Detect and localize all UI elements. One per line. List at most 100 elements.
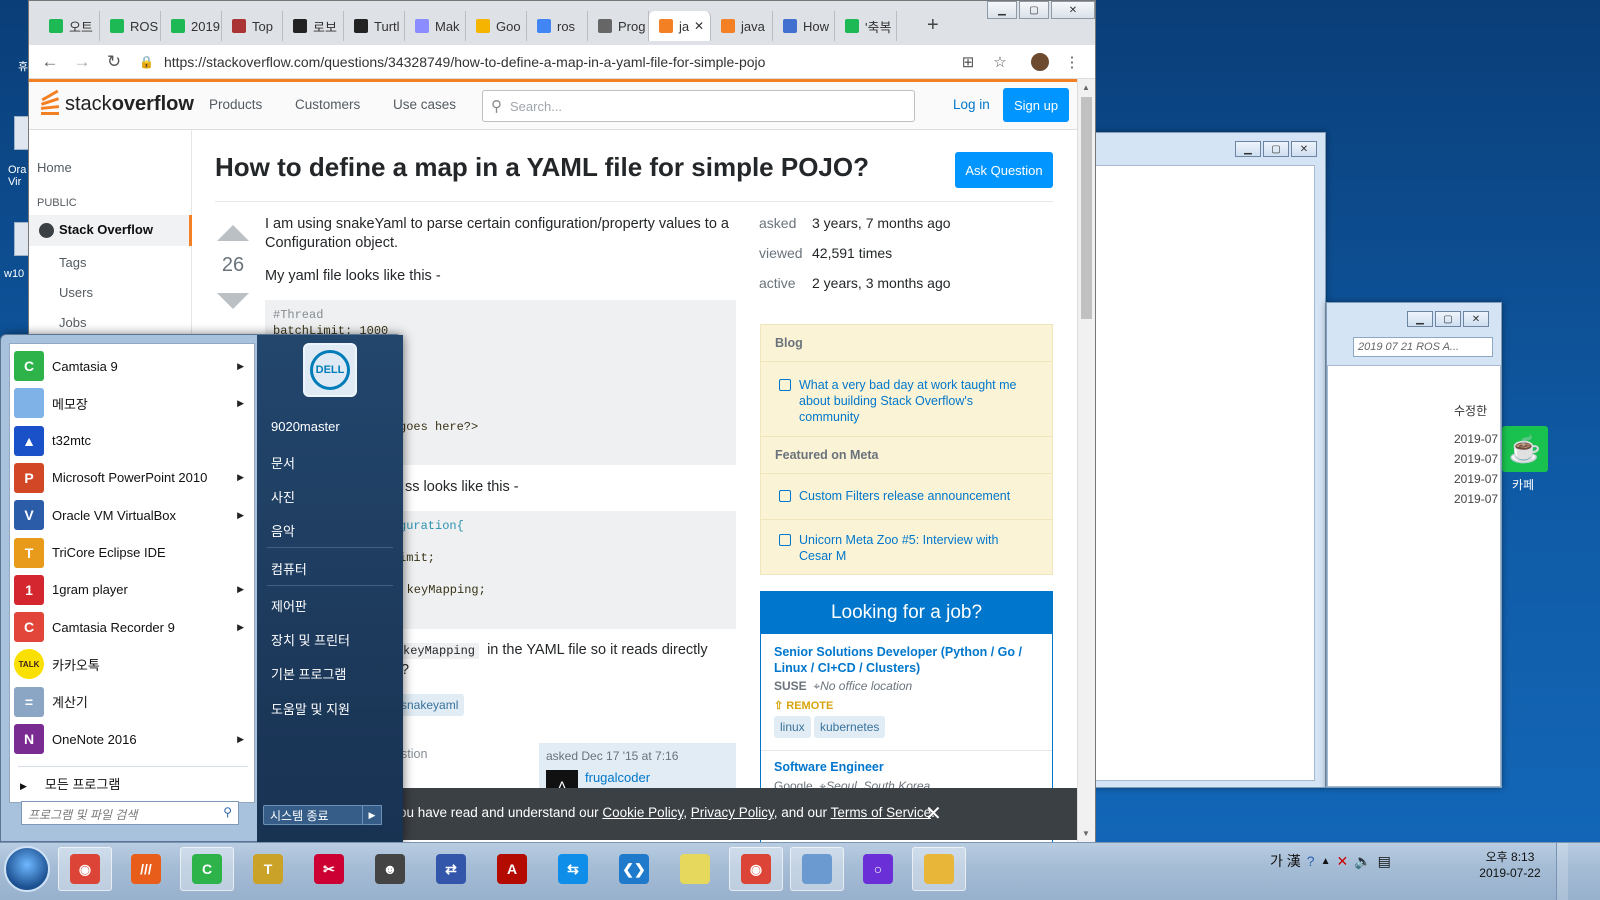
back-icon[interactable]: ← <box>39 51 61 73</box>
start-link-documents[interactable]: 문서 <box>271 453 295 472</box>
taskbar-notepad-icon[interactable] <box>790 847 844 891</box>
start-program-item[interactable]: ▲ t32mtc <box>14 423 252 459</box>
start-link-pictures[interactable]: 사진 <box>271 487 295 506</box>
start-link-devices[interactable]: 장치 및 프린터 <box>271 630 350 649</box>
tray-arrow-icon[interactable]: ▲ <box>1321 856 1331 867</box>
tab-5[interactable]: 로보 <box>283 11 344 41</box>
start-link-user[interactable]: 9020master <box>271 419 340 434</box>
start-link-music[interactable]: 음악 <box>271 521 295 540</box>
submenu-arrow-icon[interactable]: ▶ <box>237 622 244 633</box>
shutdown-options-icon[interactable]: ▶ <box>362 805 382 825</box>
minimize-button[interactable]: ▁ <box>1407 311 1433 327</box>
tab-12[interactable]: java <box>711 11 773 41</box>
taskbar-teamviewer-icon[interactable]: ⇆ <box>546 847 600 891</box>
start-program-item[interactable]: TALK 카카오톡 <box>14 646 252 682</box>
cafe-icon[interactable]: ☕ <box>1502 426 1548 472</box>
so-search-input[interactable]: ⚲ Search... <box>482 90 915 122</box>
network-icon[interactable]: ✕ <box>1336 853 1348 870</box>
taskbar-app-stripes-icon[interactable]: /// <box>119 847 173 891</box>
forward-icon[interactable]: → <box>71 51 93 73</box>
bookmark-star-icon[interactable]: ☆ <box>989 51 1011 73</box>
tab-10[interactable]: Prog <box>588 11 649 41</box>
help-icon[interactable]: ? <box>1307 853 1315 869</box>
start-program-item[interactable]: 1 1gram player ▶ <box>14 572 252 608</box>
taskbar-alien-icon[interactable]: ☻ <box>363 847 417 891</box>
nav-customers[interactable]: Customers <box>295 97 360 112</box>
nav-tags[interactable]: Tags <box>59 255 86 270</box>
column-header[interactable]: 수정한 <box>1454 402 1487 419</box>
submenu-arrow-icon[interactable]: ▶ <box>237 472 244 483</box>
tray-app-icon[interactable]: ▤ <box>1378 853 1391 870</box>
taskbar-network-icon[interactable]: ⇄ <box>424 847 478 891</box>
job-title[interactable]: Senior Solutions Developer (Python / Go … <box>774 644 1044 676</box>
minimize-button[interactable]: ▁ <box>987 1 1017 19</box>
taskbar-chrome-icon[interactable]: ◉ <box>58 847 112 891</box>
start-program-item[interactable]: 메모장 ▶ <box>14 385 252 421</box>
close-button[interactable]: ✕ <box>1463 311 1489 327</box>
submenu-arrow-icon[interactable]: ▶ <box>237 510 244 521</box>
translate-icon[interactable]: ⊞ <box>957 51 979 73</box>
taskbar-sticky-icon[interactable] <box>668 847 722 891</box>
submenu-arrow-icon[interactable]: ▶ <box>237 734 244 745</box>
nav-use-cases[interactable]: Use cases <box>393 97 456 112</box>
maximize-button[interactable]: ▢ <box>1019 1 1049 19</box>
maximize-button[interactable]: ▢ <box>1263 141 1289 157</box>
start-program-item[interactable]: N OneNote 2016 ▶ <box>14 721 252 757</box>
tab-9[interactable]: ros <box>527 11 588 41</box>
privacy-policy-link[interactable]: Privacy Policy <box>691 805 774 820</box>
tag-snakeyaml[interactable]: snakeyaml <box>397 694 465 716</box>
taskbar-tool-icon[interactable]: T <box>241 847 295 891</box>
start-search-input[interactable]: 프로그램 및 파일 검색 ⚲ <box>21 801 239 825</box>
taskbar-circle-icon[interactable]: ○ <box>851 847 905 891</box>
all-programs[interactable]: ▶ 모든 프로그램 <box>20 774 120 793</box>
so-logo[interactable]: stack overflow <box>39 89 194 118</box>
taskbar-snip-icon[interactable]: ✂ <box>302 847 356 891</box>
ime-indicator[interactable]: 가 漢 <box>1270 851 1301 871</box>
start-program-item[interactable]: = 계산기 <box>14 684 252 720</box>
taskbar-acrobat-icon[interactable]: A <box>485 847 539 891</box>
share-link[interactable]: stion <box>401 747 427 761</box>
start-link-control-panel[interactable]: 제어판 <box>271 596 307 615</box>
terms-link[interactable]: Terms of Service <box>831 805 932 820</box>
volume-icon[interactable]: 🔈 <box>1354 853 1371 870</box>
cookie-policy-link[interactable]: Cookie Policy <box>602 805 683 820</box>
downvote-icon[interactable] <box>217 293 249 309</box>
submenu-arrow-icon[interactable]: ▶ <box>237 398 244 409</box>
reload-icon[interactable]: ↻ <box>103 51 125 73</box>
tab-4[interactable]: Top <box>222 11 283 41</box>
close-icon[interactable]: ✕ <box>925 801 942 826</box>
start-program-item[interactable]: T TriCore Eclipse IDE <box>14 535 252 571</box>
explorer-window[interactable]: ▁ ▢ ✕ 2019 07 21 ROS A... 수정한 2019-07 2019… <box>1326 302 1502 788</box>
tab-8[interactable]: Goo <box>466 11 527 41</box>
show-desktop-button[interactable] <box>1556 843 1568 900</box>
job-tag[interactable]: kubernetes <box>814 716 886 738</box>
close-button[interactable]: ✕ <box>1291 141 1317 157</box>
start-link-help[interactable]: 도움말 및 지원 <box>271 699 350 718</box>
profile-avatar[interactable] <box>1029 51 1051 73</box>
explorer-search-input[interactable]: 2019 07 21 ROS A... <box>1353 337 1493 357</box>
start-program-item[interactable]: V Oracle VM VirtualBox ▶ <box>14 497 252 533</box>
taskbar-chrome2-icon[interactable]: ◉ <box>729 847 783 891</box>
submenu-arrow-icon[interactable]: ▶ <box>237 584 244 595</box>
login-link[interactable]: Log in <box>953 97 990 112</box>
start-program-item[interactable]: C Camtasia 9 ▶ <box>14 348 252 384</box>
start-link-default-programs[interactable]: 기본 프로그램 <box>271 664 346 683</box>
menu-icon[interactable]: ⋮ <box>1061 51 1083 73</box>
taskbar-camtasia-icon[interactable]: C <box>180 847 234 891</box>
page-scrollbar[interactable]: ▲ ▼ <box>1077 79 1095 842</box>
nav-jobs[interactable]: Jobs <box>59 315 86 330</box>
meta-link[interactable]: Custom Filters release announcement <box>779 488 1029 504</box>
blog-link[interactable]: What a very bad day at work taught me ab… <box>779 377 1029 425</box>
tab-11[interactable]: ja ✕ <box>649 11 711 41</box>
start-orb-icon[interactable] <box>4 846 50 892</box>
explorer-window-back[interactable]: ▁ ▢ ✕ <box>1094 132 1326 788</box>
question-title[interactable]: How to define a map in a YAML file for s… <box>215 152 869 183</box>
tab-close-icon[interactable]: ✕ <box>694 19 704 33</box>
start-program-item[interactable]: P Microsoft PowerPoint 2010 ▶ <box>14 460 252 496</box>
nav-users[interactable]: Users <box>59 285 93 300</box>
job-title[interactable]: Software Engineer <box>774 759 1044 775</box>
upvote-icon[interactable] <box>217 225 249 241</box>
minimize-button[interactable]: ▁ <box>1235 141 1261 157</box>
maximize-button[interactable]: ▢ <box>1435 311 1461 327</box>
submenu-arrow-icon[interactable]: ▶ <box>237 361 244 372</box>
